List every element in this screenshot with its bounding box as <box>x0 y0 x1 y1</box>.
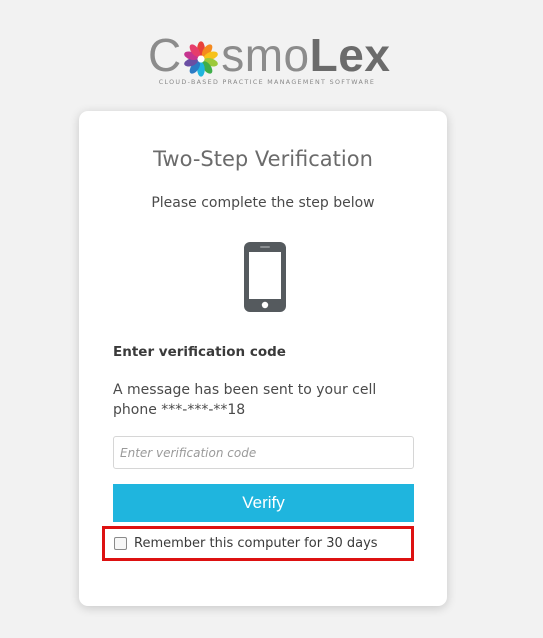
logo-wordmark: C smo Lex <box>148 30 390 80</box>
verify-button[interactable]: Verify <box>113 484 414 522</box>
verification-code-input[interactable] <box>113 436 414 469</box>
page-title: Two-Step Verification <box>153 147 373 171</box>
cosmolex-logo: C smo Lex CLOUD-BASED PRACTICE MANAGEMEN… <box>148 30 390 92</box>
page-subtitle: Please complete the step below <box>151 195 375 211</box>
remember-computer-option[interactable]: Remember this computer for 30 days <box>102 526 414 561</box>
remember-label: Remember this computer for 30 days <box>134 536 378 551</box>
remember-checkbox[interactable] <box>114 537 127 550</box>
verification-card: Two-Step Verification Please complete th… <box>79 111 447 606</box>
verification-code-label: Enter verification code <box>113 344 286 360</box>
logo-middle: smo <box>221 29 310 81</box>
sent-message: A message has been sent to your cell pho… <box>113 382 377 418</box>
flower-icon <box>184 41 219 77</box>
logo-prefix: C <box>148 29 182 81</box>
mobile-phone-icon <box>244 242 286 312</box>
logo-suffix: Lex <box>309 29 391 81</box>
logo-tagline: CLOUD-BASED PRACTICE MANAGEMENT SOFTWARE <box>158 79 376 86</box>
